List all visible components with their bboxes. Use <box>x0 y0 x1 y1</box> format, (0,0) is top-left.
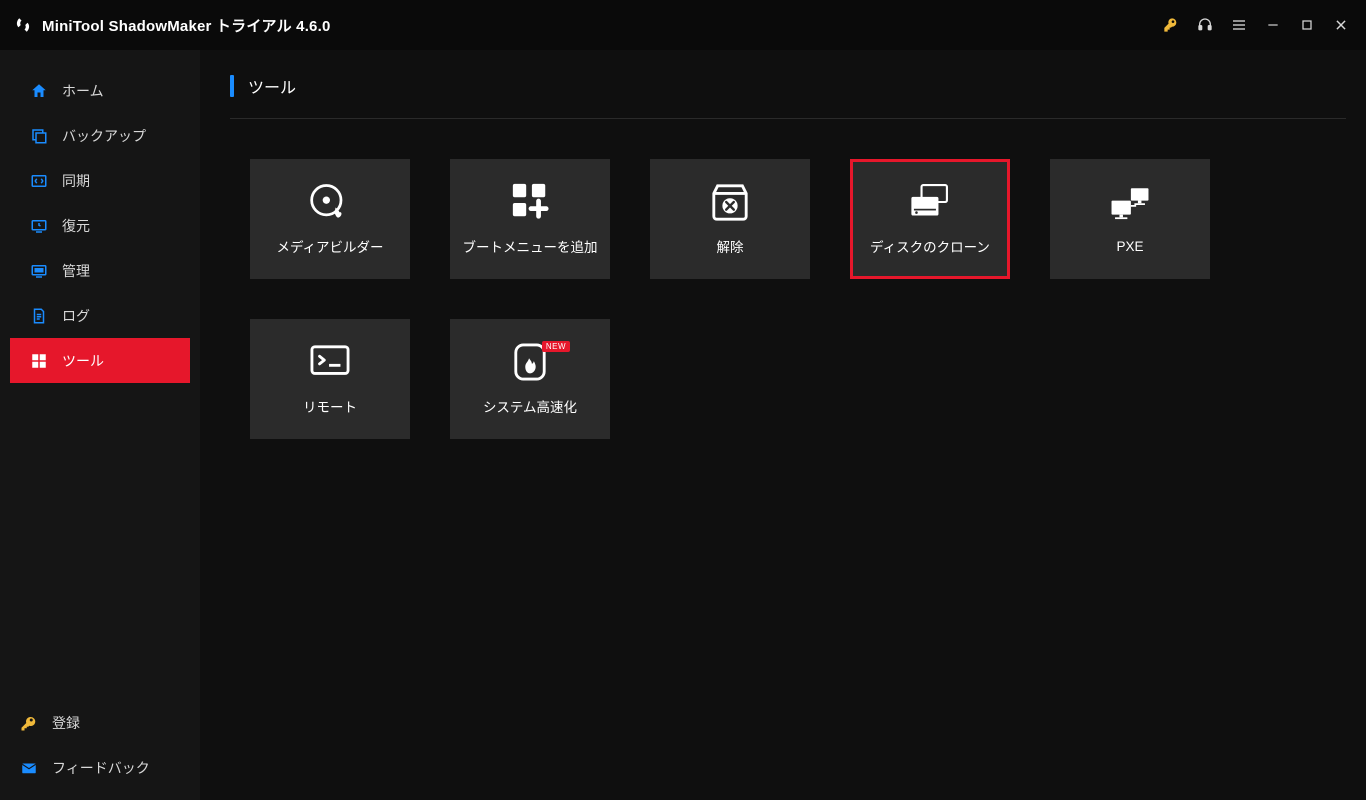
sidebar-item-log[interactable]: ログ <box>10 293 190 338</box>
sidebar-item-label: 登録 <box>52 713 80 733</box>
tile-label: リモート <box>303 396 357 416</box>
key-icon <box>20 714 38 732</box>
sidebar-item-label: 管理 <box>62 261 90 281</box>
support-button[interactable] <box>1188 8 1222 42</box>
app-title: MiniTool ShadowMaker トライアル 4.6.0 <box>42 15 331 36</box>
menu-button[interactable] <box>1222 8 1256 42</box>
log-icon <box>30 307 48 325</box>
sidebar-item-tools[interactable]: ツール <box>10 338 190 383</box>
remote-icon <box>308 342 352 382</box>
tile-label: 解除 <box>717 236 744 256</box>
tile-label: メディアビルダー <box>276 236 383 256</box>
tile-media-builder[interactable]: メディアビルダー <box>250 159 410 279</box>
manage-icon <box>30 262 48 280</box>
pxe-icon <box>1108 185 1152 225</box>
sidebar-item-home[interactable]: ホーム <box>10 68 190 113</box>
tile-unmount[interactable]: 解除 <box>650 159 810 279</box>
sidebar-item-label: 復元 <box>62 216 90 236</box>
sidebar-item-label: バックアップ <box>62 126 146 146</box>
minimize-button[interactable] <box>1256 8 1290 42</box>
disk-clone-icon <box>908 182 952 222</box>
tile-disk-clone[interactable]: ディスクのクローン <box>850 159 1010 279</box>
sync-icon <box>30 172 48 190</box>
media-builder-icon <box>308 182 352 222</box>
tile-label: ディスクのクローン <box>870 236 990 256</box>
sidebar-item-feedback[interactable]: フィードバック <box>0 745 200 790</box>
new-badge: NEW <box>542 341 570 352</box>
tile-pxe[interactable]: PXE <box>1050 159 1210 279</box>
titlebar: MiniTool ShadowMaker トライアル 4.6.0 <box>0 0 1366 50</box>
sidebar-item-label: フィードバック <box>52 758 150 778</box>
sidebar-item-label: ログ <box>62 306 90 326</box>
restore-icon <box>30 217 48 235</box>
sidebar: ホーム バックアップ 同期 復元 管理 ログ <box>0 50 200 800</box>
sidebar-item-backup[interactable]: バックアップ <box>10 113 190 158</box>
sidebar-item-restore[interactable]: 復元 <box>10 203 190 248</box>
home-icon <box>30 82 48 100</box>
sidebar-item-sync[interactable]: 同期 <box>10 158 190 203</box>
add-boot-menu-icon <box>508 182 552 222</box>
sidebar-item-register[interactable]: 登録 <box>0 700 200 745</box>
maximize-button[interactable] <box>1290 8 1324 42</box>
main-panel: ツール メディアビルダー ブートメニューを追加 解除 <box>200 50 1366 800</box>
tile-label: ブートメニューを追加 <box>463 236 598 256</box>
sidebar-item-manage[interactable]: 管理 <box>10 248 190 293</box>
backup-icon <box>30 127 48 145</box>
tile-label: システム高速化 <box>483 396 577 416</box>
license-key-button[interactable] <box>1154 8 1188 42</box>
close-button[interactable] <box>1324 8 1358 42</box>
accent-bar <box>230 75 234 97</box>
sidebar-item-label: ツール <box>62 351 104 371</box>
unmount-icon <box>708 182 752 222</box>
tile-remote[interactable]: リモート <box>250 319 410 439</box>
mail-icon <box>20 759 38 777</box>
tile-add-boot-menu[interactable]: ブートメニューを追加 <box>450 159 610 279</box>
tools-grid: メディアビルダー ブートメニューを追加 解除 ディスクのクローン <box>230 159 1346 439</box>
sidebar-item-label: 同期 <box>62 171 90 191</box>
tile-system-speedup[interactable]: NEW システム高速化 <box>450 319 610 439</box>
tile-label: PXE <box>1116 239 1143 254</box>
page-title: ツール <box>248 74 296 98</box>
sidebar-item-label: ホーム <box>62 81 104 101</box>
tools-icon <box>30 352 48 370</box>
app-logo-icon <box>14 16 32 34</box>
